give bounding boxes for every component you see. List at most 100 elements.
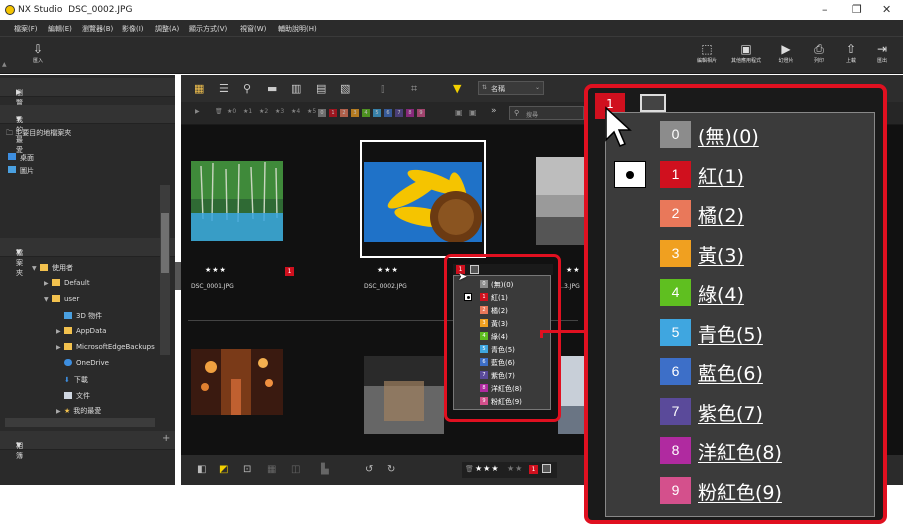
histogram-icon[interactable]: ▙ <box>321 464 329 475</box>
rating-stars[interactable]: ★★ <box>566 266 581 274</box>
fav-pictures[interactable]: 圖片 <box>8 166 34 176</box>
add-album-button[interactable]: + <box>162 433 170 444</box>
label-option-5[interactable]: 5 青色(5) <box>454 343 550 354</box>
section-albums[interactable]: ▼ 相簿 <box>0 431 175 460</box>
grid-view-icon[interactable]: ▦ <box>194 82 204 95</box>
label-option-2[interactable]: 2 橘(2) <box>606 194 874 232</box>
compare-view-icon[interactable]: ▤ <box>316 82 326 95</box>
thumbnail-image-motion[interactable] <box>364 356 444 434</box>
split-icon[interactable]: ◫ <box>291 464 300 475</box>
slideshow-button[interactable]: ▶ 幻燈片 <box>768 41 804 64</box>
section-folders[interactable]: ▼ 檔案夾 <box>0 238 175 277</box>
label-option-1[interactable]: 1 紅(1) <box>454 291 550 302</box>
label-option-6[interactable]: 6 藍色(6) <box>606 352 874 390</box>
tree-3d-objects[interactable]: 3D 物件 <box>56 311 102 321</box>
protect-filter-icon[interactable]: ▣ <box>455 108 463 117</box>
tree-documents[interactable]: 文件 <box>56 391 90 401</box>
list-view-icon[interactable]: ☰ <box>219 82 229 95</box>
tag-icon[interactable] <box>640 94 666 112</box>
trash-icon[interactable]: 🗑 <box>465 465 474 473</box>
label-option-5[interactable]: 5 青色(5) <box>606 313 874 351</box>
fav-destination-folder[interactable]: 🗀 主要目的地檔案夾 <box>6 128 71 140</box>
label-option-7[interactable]: 7 紫色(7) <box>606 392 874 430</box>
tree-appdata[interactable]: ▶ AppData <box>56 327 106 335</box>
section-browse[interactable]: ▶ 瀏覽 <box>0 78 175 107</box>
color-label-badge[interactable]: 1 <box>285 267 294 276</box>
label-option-1[interactable]: 1 紅(1) <box>606 155 874 193</box>
label-option-8[interactable]: 8 洋紅色(8) <box>454 382 550 393</box>
tree-edge-backups[interactable]: ▶ MicrosoftEdgeBackups <box>56 343 155 351</box>
menu-file[interactable]: 檔案(F) <box>14 24 38 34</box>
label-filter-4[interactable]: 4 <box>362 109 370 117</box>
label-option-4[interactable]: 4 綠(4) <box>606 273 874 311</box>
label-trigger-small[interactable]: 1 <box>453 264 553 275</box>
rotate-left-icon[interactable]: ↺ <box>365 464 373 475</box>
thumbnail-image-forest[interactable] <box>191 161 283 241</box>
section-favorites[interactable]: ▼ 我的最愛 <box>0 105 175 154</box>
menu-browser[interactable]: 瀏覽器(B) <box>82 24 113 34</box>
export-button[interactable]: ⇥ 匯出 <box>864 41 900 64</box>
label-option-0[interactable]: 0 (無)(0) <box>454 278 550 289</box>
label-filter-0[interactable]: 0 <box>318 109 326 117</box>
minimize-button[interactable]: – <box>822 3 828 16</box>
align-icon[interactable]: ⫾ <box>381 82 385 96</box>
label-filter-7[interactable]: 7 <box>395 109 403 117</box>
grid-icon[interactable]: ▦ <box>267 464 276 475</box>
label-filter-5[interactable]: 5 <box>373 109 381 117</box>
label-filter-2[interactable]: 2 <box>340 109 348 117</box>
menu-adjust[interactable]: 調整(A) <box>155 24 179 34</box>
stack-icon[interactable]: ◧ <box>197 464 206 475</box>
label-option-9[interactable]: 9 粉紅色(9) <box>454 395 550 406</box>
label-filter-6[interactable]: 6 <box>384 109 392 117</box>
thumbnail-image-sea[interactable] <box>536 157 586 245</box>
maximize-button[interactable]: ❐ <box>852 3 862 16</box>
tree-user[interactable]: ▼ user <box>44 295 79 303</box>
tag-filter-icon[interactable]: ▣ <box>469 108 477 117</box>
label-option-2[interactable]: 2 橘(2) <box>454 304 550 315</box>
menu-image[interactable]: 影像(I) <box>122 24 144 34</box>
bottom-rating-control[interactable]: 🗑 ★★★ ★★ 1 <box>462 462 557 478</box>
label-option-4[interactable]: 4 綠(4) <box>454 330 550 341</box>
scrollbar-thumb[interactable] <box>161 213 169 273</box>
thumbnail-image-alley[interactable] <box>191 349 283 415</box>
sort-select[interactable]: ⇅ 名稱 ⌄ <box>478 81 544 95</box>
frame-icon[interactable]: ⊡ <box>243 464 251 475</box>
tag-icon[interactable] <box>470 265 479 274</box>
rotate-right-icon[interactable]: ↻ <box>387 464 395 475</box>
fit-icon[interactable]: ⌗ <box>411 82 417 96</box>
label-filter-1[interactable]: 1 <box>329 109 337 117</box>
filter-icon[interactable]: ▼ <box>453 82 461 95</box>
menu-view[interactable]: 顯示方式(V) <box>189 24 227 34</box>
tree-onedrive[interactable]: OneDrive <box>56 359 109 367</box>
label-option-7[interactable]: 7 紫色(7) <box>454 369 550 380</box>
tag-icon[interactable] <box>542 464 551 473</box>
single-view-icon[interactable]: ▬ <box>267 82 277 95</box>
close-button[interactable]: ✕ <box>882 3 891 16</box>
rating-stars[interactable]: ★★★ <box>205 266 227 274</box>
collapse-arrow-icon[interactable]: ▲ <box>2 61 7 68</box>
more-arrows-icon[interactable]: » <box>491 106 497 116</box>
filmstrip-view-icon[interactable]: ▥ <box>291 82 301 95</box>
import-button[interactable]: ⇩ 匯入 <box>20 41 56 64</box>
label-option-0[interactable]: 0 (無)(0) <box>606 115 874 153</box>
label-filter-8[interactable]: 8 <box>406 109 414 117</box>
search-input[interactable]: ⚲ 搜尋 <box>509 106 584 120</box>
menu-help[interactable]: 輔助說明(H) <box>278 24 317 34</box>
print-button[interactable]: ⎙ 列印 <box>801 41 837 64</box>
menu-edit[interactable]: 編輯(E) <box>48 24 72 34</box>
label-option-6[interactable]: 6 藍色(6) <box>454 356 550 367</box>
bottom-label-badge[interactable]: 1 <box>529 465 538 474</box>
tree-default[interactable]: ▶ Default <box>44 279 90 287</box>
thumbnail-image-sunflower[interactable] <box>364 162 482 242</box>
fav-desktop[interactable]: 桌面 <box>8 153 34 163</box>
label-trigger-zoom[interactable]: 1 <box>592 92 878 119</box>
horizontal-scrollbar[interactable] <box>5 418 155 427</box>
trash-filter-icon[interactable]: 🗑 <box>215 108 223 115</box>
label-option-8[interactable]: 8 洋紅色(8) <box>606 431 874 469</box>
group-icon[interactable]: ◩ <box>219 464 228 475</box>
map-view-icon[interactable]: ⚲ <box>243 82 251 95</box>
tree-favorites[interactable]: ▶ ★ 我的最愛 <box>56 406 101 416</box>
rating-stars[interactable]: ★★★ <box>377 266 399 274</box>
menu-window[interactable]: 視窗(W) <box>240 24 266 34</box>
label-filter-3[interactable]: 3 <box>351 109 359 117</box>
